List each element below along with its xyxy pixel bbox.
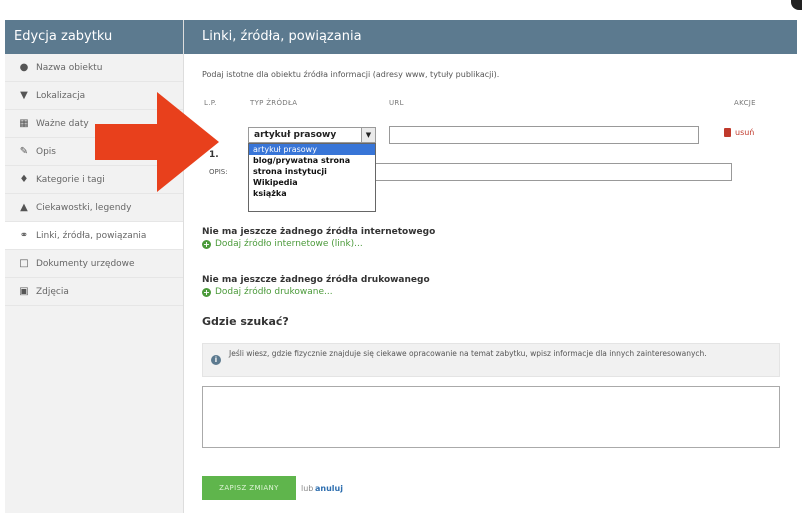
sidebar-item-label: Zdjęcia — [36, 286, 69, 297]
plus-icon: + — [202, 239, 211, 249]
where-to-look-title: Gdzie szukać? — [202, 315, 289, 328]
sidebar-item-label: Lokalizacja — [36, 90, 86, 101]
source-type-dropdown: artykuł prasowy blog/prywatna strona str… — [248, 143, 376, 212]
select-value: artykuł prasowy — [254, 130, 337, 140]
sidebar-item-label: Linki, źródła, powiązania — [36, 230, 147, 241]
sidebar-item-photos[interactable]: ▣ Zdjęcia — [5, 278, 183, 306]
dropdown-option[interactable]: książka — [249, 188, 375, 199]
sidebar-item-label: Ciekawostki, legendy — [36, 202, 132, 213]
sidebar-item-label: Ważne daty — [36, 118, 89, 129]
sidebar-item-label: Dokumenty urzędowe — [36, 258, 135, 269]
add-print-source-link[interactable]: + Dodaj źródło drukowane... — [202, 287, 333, 297]
close-icon[interactable] — [791, 0, 802, 10]
column-type: TYP ŹRÓDŁA — [250, 99, 298, 107]
sidebar-item-label: Nazwa obiektu — [36, 62, 103, 73]
document-icon: □ — [19, 258, 29, 269]
or-text: lub — [301, 484, 314, 493]
chevron-down-icon[interactable]: ▼ — [361, 128, 375, 142]
page-title: Linki, źródła, powiązania — [184, 20, 797, 54]
print-empty-message: Nie ma jeszcze żadnego źródła drukowaneg… — [202, 275, 430, 285]
chat-icon: ▲ — [20, 202, 28, 213]
map-pin-icon: ▼ — [20, 90, 28, 101]
edit-icon: ✎ — [19, 146, 29, 157]
internet-empty-message: Nie ma jeszcze żadnego źródła internetow… — [202, 227, 436, 237]
sidebar-item-name[interactable]: ● Nazwa obiektu — [5, 54, 183, 82]
url-input[interactable] — [389, 126, 699, 144]
sidebar-item-legends[interactable]: ▲ Ciekawostki, legendy — [5, 194, 183, 222]
dropdown-option[interactable]: strona instytucji — [249, 166, 375, 177]
window: Edycja zabytku ● Nazwa obiektu ▼ Lokaliz… — [0, 0, 802, 513]
intro-text: Podaj istotne dla obiektu źródła informa… — [202, 70, 500, 79]
tag-icon: ♦ — [19, 174, 29, 185]
add-link-label: Dodaj źródło internetowe (link)... — [215, 239, 363, 249]
camera-icon: ▣ — [19, 286, 29, 297]
plus-icon: + — [202, 287, 211, 297]
info-icon: i — [211, 355, 221, 365]
info-circle-icon: ● — [19, 62, 29, 73]
main-panel: Linki, źródła, powiązania Podaj istotne … — [184, 20, 797, 513]
dropdown-option[interactable]: blog/prywatna strona — [249, 155, 375, 166]
where-to-look-textarea[interactable] — [202, 386, 780, 448]
info-text: Jeśli wiesz, gdzie fizycznie znajduje si… — [229, 349, 707, 358]
column-url: URL — [389, 99, 404, 107]
annotation-arrow — [95, 92, 219, 192]
source-type-select[interactable]: artykuł prasowy ▼ — [248, 127, 376, 143]
calendar-icon: ▦ — [19, 118, 29, 129]
save-button[interactable]: ZAPISZ ZMIANY — [202, 476, 296, 500]
sidebar-item-documents[interactable]: □ Dokumenty urzędowe — [5, 250, 183, 278]
add-link-label: Dodaj źródło drukowane... — [215, 287, 333, 297]
link-icon: ⚭ — [19, 230, 29, 241]
dropdown-option[interactable]: Wikipedia — [249, 177, 375, 188]
column-actions: AKCJE — [734, 99, 756, 107]
delete-label: usuń — [735, 128, 755, 137]
sidebar-item-links[interactable]: ⚭ Linki, źródła, powiązania — [5, 222, 183, 250]
add-internet-source-link[interactable]: + Dodaj źródło internetowe (link)... — [202, 239, 363, 249]
dropdown-option[interactable]: artykuł prasowy — [249, 144, 375, 155]
sidebar-title: Edycja zabytku — [5, 20, 183, 54]
delete-button[interactable]: usuń — [724, 128, 754, 137]
info-box: i Jeśli wiesz, gdzie fizycznie znajduje … — [202, 343, 780, 377]
sidebar-item-label: Opis — [36, 146, 56, 157]
trash-icon — [724, 128, 731, 137]
cancel-link[interactable]: anuluj — [315, 484, 343, 493]
